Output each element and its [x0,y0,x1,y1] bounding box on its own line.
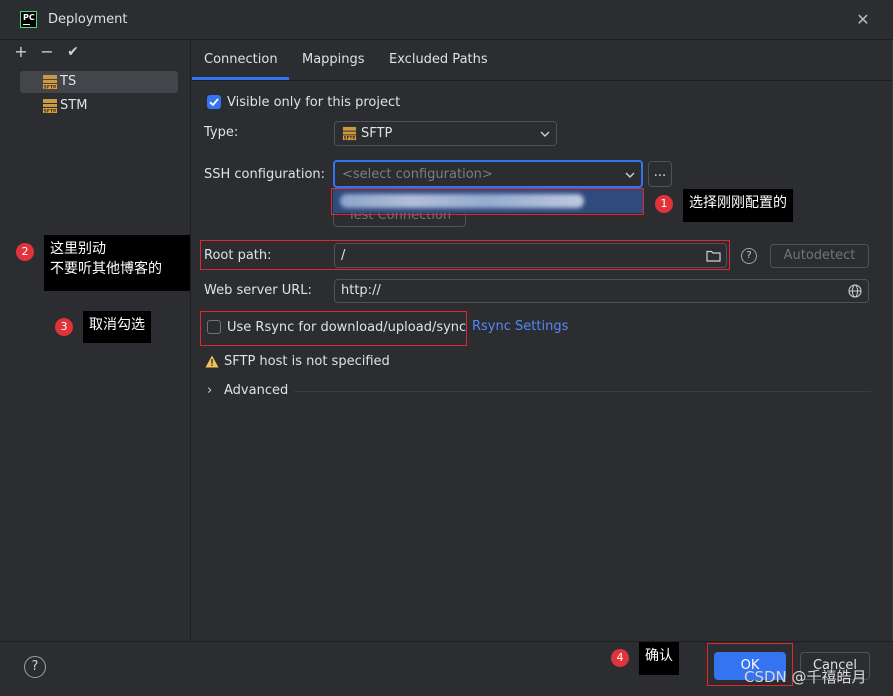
root-path-label: Root path: [204,248,272,263]
ssh-config-placeholder: <select configuration> [342,167,493,182]
root-path-help-icon[interactable]: ? [741,248,757,264]
root-path-value: / [341,248,346,263]
type-select[interactable]: SFTP SFTP [334,121,557,146]
server-item-label: STM [60,98,88,113]
folder-icon[interactable] [706,249,721,262]
tab-mappings[interactable]: Mappings [302,52,365,67]
use-rsync-checkbox[interactable] [207,320,221,334]
annotation-callout-2: 这里别动 不要听其他博客的 [44,235,190,291]
svg-text:SFTP: SFTP [344,135,356,140]
ssh-config-more-button[interactable]: ... [648,161,672,187]
ssh-config-label: SSH configuration: [204,167,326,182]
sftp-server-icon: SFTP [43,75,57,90]
annotation-callout-2-line1: 这里别动 [50,241,106,257]
advanced-section-toggle[interactable]: Advanced [224,383,288,398]
annotation-callout-2-line2: 不要听其他博客的 [50,261,162,277]
visible-only-checkbox[interactable] [207,95,221,109]
server-item-ts[interactable]: SFTP TS [20,71,178,93]
advanced-divider [294,391,871,392]
annotation-badge-3: 3 [55,318,73,336]
sftp-server-icon: SFTP [43,99,57,114]
chevron-right-icon[interactable]: › [207,383,212,398]
tab-connection[interactable]: Connection [204,52,278,67]
web-server-url-label: Web server URL: [204,283,312,298]
server-item-label: TS [60,74,77,89]
root-path-input[interactable]: / [334,243,727,268]
ssh-config-select[interactable]: <select configuration> [333,160,643,188]
annotation-callout-4: 确认 [639,642,679,675]
apply-icon[interactable]: ✔ [64,42,82,62]
web-server-url-input[interactable]: http:// [334,279,869,303]
rsync-settings-link[interactable]: Rsync Settings [472,319,568,334]
chevron-down-icon [540,131,550,137]
annotation-callout-3: 取消勾选 [83,311,151,343]
check-icon [209,98,219,107]
window-title: Deployment [48,12,128,27]
tab-bar [192,41,892,81]
annotation-badge-1: 1 [655,195,673,213]
active-tab-indicator [192,77,289,80]
annotation-badge-2: 2 [16,243,34,261]
remove-icon[interactable]: − [38,42,56,62]
close-icon[interactable]: ✕ [853,10,873,30]
chevron-down-icon [625,172,635,178]
type-value: SFTP [361,126,393,141]
annotation-badge-4: 4 [611,649,629,667]
type-label: Type: [204,125,239,140]
use-rsync-label: Use Rsync for download/upload/sync [227,320,467,335]
annotation-box-1 [331,188,644,215]
tab-excluded-paths[interactable]: Excluded Paths [389,52,488,67]
warning-text: SFTP host is not specified [224,354,390,369]
warning-icon [205,355,219,368]
add-icon[interactable]: + [12,42,30,62]
title-bar: PC Deployment ✕ [0,0,893,40]
globe-icon[interactable] [848,284,862,298]
annotation-callout-1: 选择刚刚配置的 [683,189,793,222]
web-server-url-value: http:// [341,283,381,298]
csdn-watermark: CSDN @千禧皓月 [744,668,867,686]
help-icon[interactable]: ? [24,656,46,678]
autodetect-button[interactable]: Autodetect [770,244,869,268]
visible-only-label: Visible only for this project [227,95,401,110]
sftp-server-icon: SFTP [342,126,357,140]
svg-text:SFTP: SFTP [44,108,57,114]
server-item-stm[interactable]: SFTP STM [20,95,178,117]
pycharm-logo-icon: PC [20,11,37,28]
svg-text:SFTP: SFTP [44,84,57,90]
